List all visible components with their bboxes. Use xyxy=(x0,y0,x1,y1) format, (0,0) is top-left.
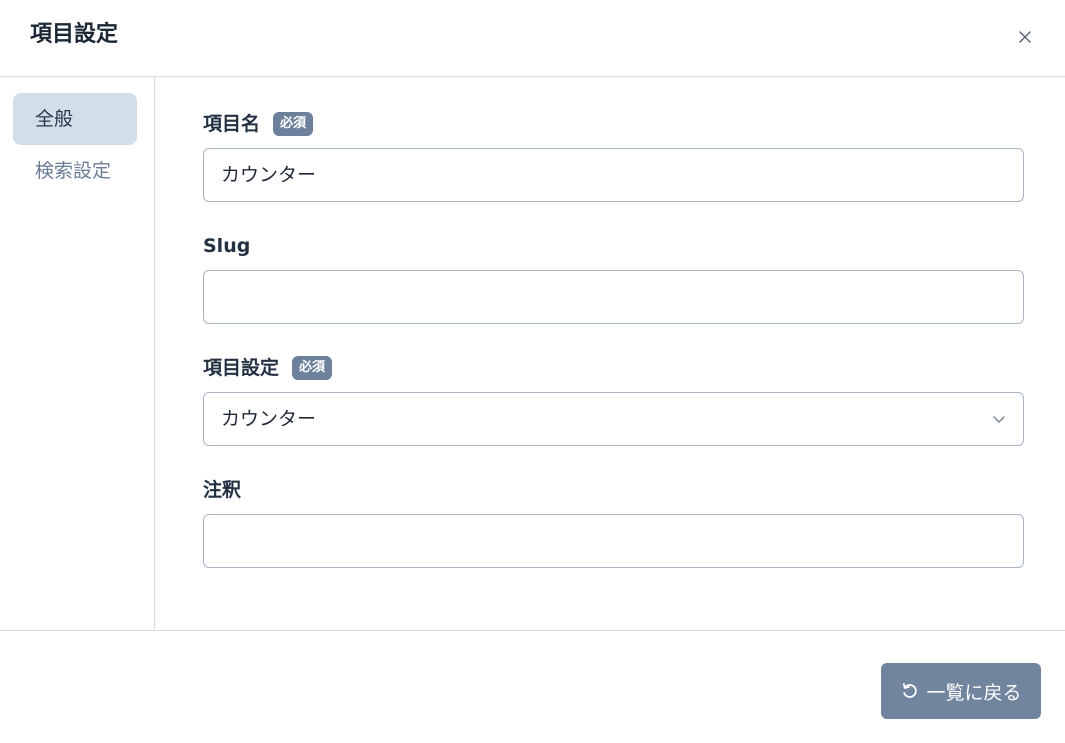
undo-icon xyxy=(903,683,918,698)
sidebar-item-label: 全般 xyxy=(35,108,74,130)
note-input[interactable] xyxy=(203,514,1024,568)
sidebar-item-label: 検索設定 xyxy=(35,160,112,182)
sidebar: 全般 検索設定 xyxy=(0,77,155,630)
note-label-text: 注釈 xyxy=(203,479,242,501)
close-button[interactable] xyxy=(1012,24,1038,50)
name-input-value: カウンター xyxy=(221,164,317,186)
close-icon xyxy=(1019,31,1031,43)
slug-field-label: Slug xyxy=(203,233,250,259)
required-badge: 必須 xyxy=(273,112,314,136)
sidebar-item-general[interactable]: 全般 xyxy=(13,93,137,145)
slug-label-text: Slug xyxy=(203,235,251,257)
type-select[interactable]: カウンター xyxy=(203,392,1024,446)
back-button-label: 一覧に戻る xyxy=(926,681,1022,704)
back-to-list-button[interactable]: 一覧に戻る xyxy=(881,663,1041,719)
slug-input[interactable] xyxy=(203,270,1024,324)
type-select-value: カウンター xyxy=(221,408,317,430)
name-field-label: 項目名 必須 xyxy=(203,111,314,137)
chevron-down-icon xyxy=(993,416,1005,423)
sidebar-item-search-settings[interactable]: 検索設定 xyxy=(13,145,137,197)
required-badge: 必須 xyxy=(292,356,333,380)
type-label-text: 項目設定 xyxy=(203,357,280,379)
dialog-title: 項目設定 xyxy=(30,22,119,47)
dialog-header: 項目設定 xyxy=(0,0,1065,77)
name-label-text: 項目名 xyxy=(203,113,261,135)
name-input[interactable]: カウンター xyxy=(203,148,1024,202)
note-field-label: 注釈 xyxy=(203,477,241,503)
type-field-label: 項目設定 必須 xyxy=(203,355,333,381)
